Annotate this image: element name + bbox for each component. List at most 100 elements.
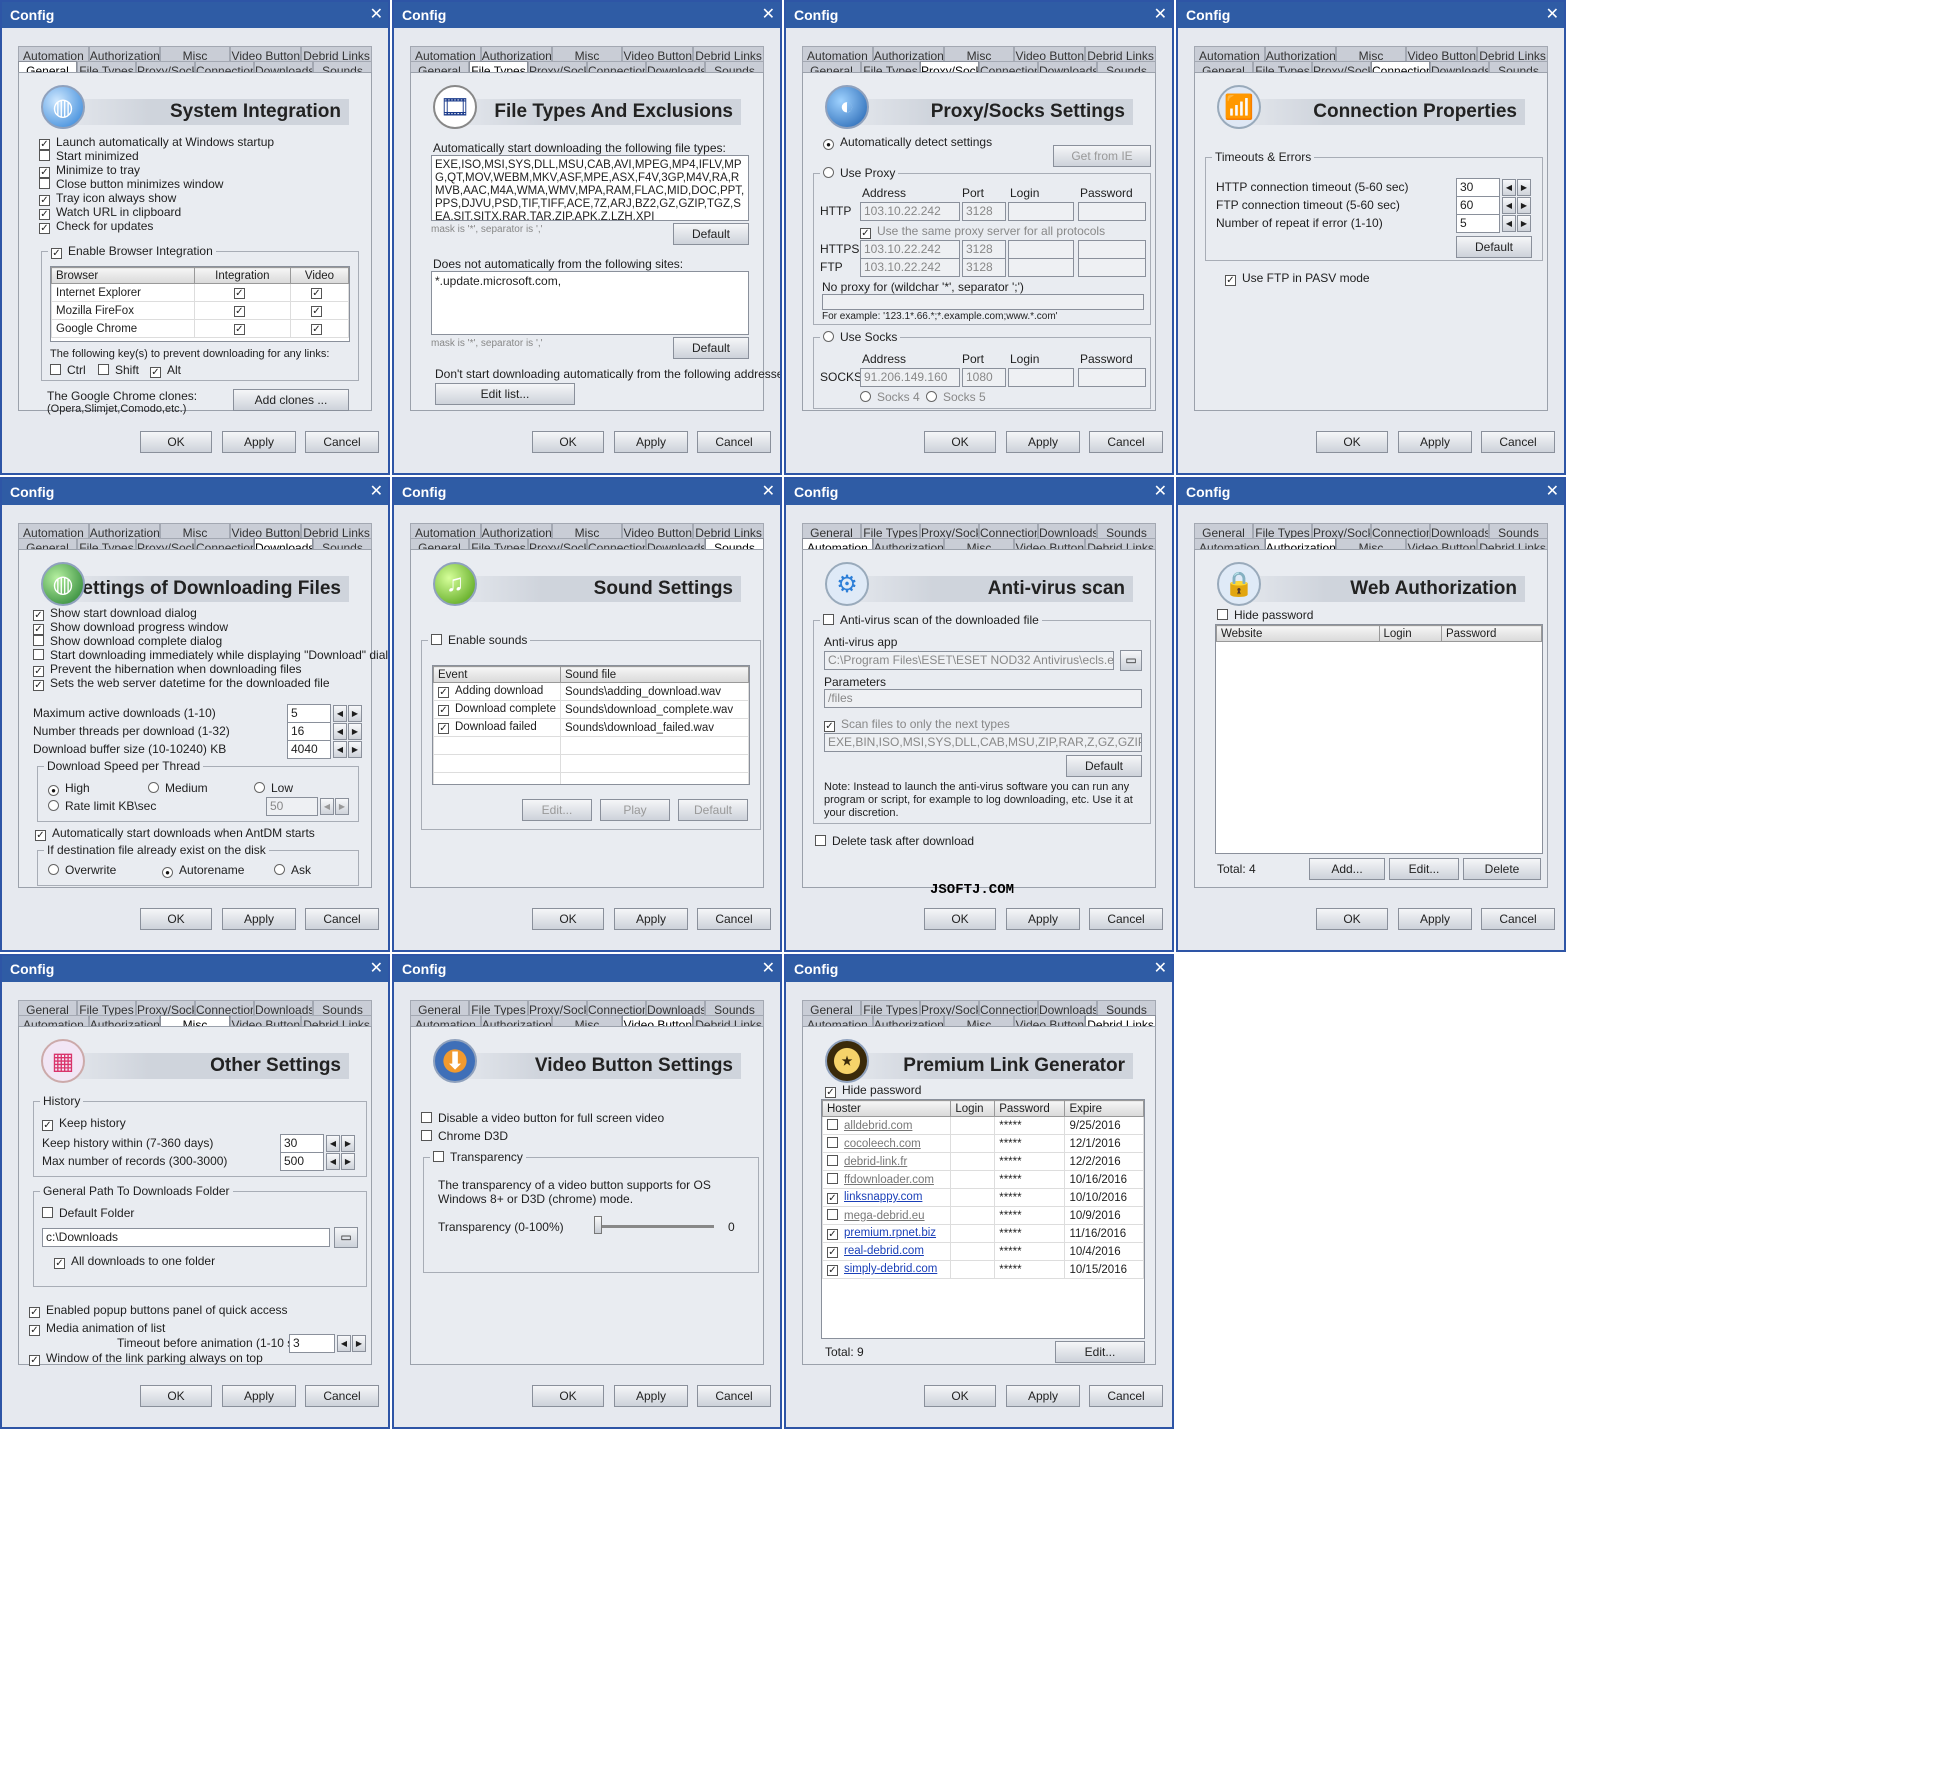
browser-integration-checkbox[interactable]: ✓ Enable Browser Integration	[48, 244, 216, 259]
cancel-button[interactable]: Cancel	[1089, 431, 1163, 453]
spin-down-button[interactable]: ◀	[1502, 215, 1516, 232]
show-start-dialog-checkbox[interactable]: ✓ Show start download dialog	[33, 606, 197, 621]
https-address-input[interactable]: 103.10.22.242	[860, 240, 960, 259]
hoster-checkbox[interactable]: ✓	[827, 1265, 838, 1276]
hoster-checkbox[interactable]	[827, 1155, 838, 1166]
spin-up-button[interactable]: ▶	[335, 798, 349, 815]
alt-checkbox[interactable]: ✓ Alt	[150, 363, 181, 378]
https-port-input[interactable]: 3128	[962, 240, 1006, 259]
apply-button[interactable]: Apply	[614, 431, 688, 453]
apply-button[interactable]: Apply	[222, 431, 296, 453]
medium-radio[interactable]: Medium	[148, 781, 208, 795]
https-password-input[interactable]	[1078, 240, 1146, 259]
table-row[interactable]: ✓ simply-debrid.com ***** 10/15/2016	[822, 1260, 1144, 1279]
hide-password-checkbox[interactable]: Hide password	[1217, 608, 1313, 622]
ftp-timeout-input[interactable]: 60	[1456, 196, 1500, 215]
one-folder-checkbox[interactable]: ✓ All downloads to one folder	[54, 1254, 215, 1269]
use-proxy-radio[interactable]: Use Proxy	[820, 166, 899, 180]
params-input[interactable]: /files	[824, 689, 1142, 708]
table-row[interactable]: ✓ Download failed Sounds\download_failed.w…	[433, 718, 749, 737]
ok-button[interactable]: OK	[532, 1385, 604, 1407]
table-row[interactable]: ✓ real-debrid.com ***** 10/4/2016	[822, 1242, 1144, 1261]
autostart-checkbox[interactable]: ✓ Automatically start downloads when AntD…	[35, 826, 315, 841]
spin-down-button[interactable]: ◀	[333, 741, 347, 758]
file-types-textarea[interactable]: EXE,ISO,MSI,SYS,DLL,MSU,CAB,AVI,MPEG,MP4…	[431, 155, 749, 221]
cancel-button[interactable]: Cancel	[1481, 908, 1555, 930]
use-socks-radio[interactable]: Use Socks	[820, 330, 901, 344]
apply-button[interactable]: Apply	[614, 908, 688, 930]
hoster-link[interactable]: debrid-link.fr	[844, 1156, 907, 1168]
spin-up-button[interactable]: ▶	[1517, 179, 1531, 196]
transparency-checkbox[interactable]: Transparency	[430, 1150, 526, 1164]
close-icon[interactable]: ✕	[1546, 479, 1559, 505]
ftp-password-input[interactable]	[1078, 258, 1146, 277]
hoster-checkbox[interactable]	[827, 1209, 838, 1220]
launch-startup-checkbox[interactable]: ✓ Launch automatically at Windows startup	[39, 135, 274, 150]
hoster-checkbox[interactable]	[827, 1173, 838, 1184]
hoster-checkbox[interactable]	[827, 1119, 838, 1130]
spin-up-button[interactable]: ▶	[1517, 197, 1531, 214]
start-minimized-checkbox[interactable]: Start minimized	[39, 149, 139, 163]
spin-down-button[interactable]: ◀	[1502, 179, 1516, 196]
edit-button[interactable]: Edit...	[522, 799, 592, 821]
spin-down-button[interactable]: ◀	[320, 798, 334, 815]
https-login-input[interactable]	[1008, 240, 1074, 259]
apply-button[interactable]: Apply	[1398, 908, 1472, 930]
edit-button[interactable]: Edit...	[1055, 1341, 1145, 1363]
spin-down-button[interactable]: ◀	[326, 1135, 340, 1152]
cancel-button[interactable]: Cancel	[697, 431, 771, 453]
threads-input[interactable]: 16	[287, 722, 331, 741]
event-checkbox[interactable]: ✓	[438, 705, 449, 716]
add-button[interactable]: Add...	[1309, 858, 1385, 880]
spin-up-button[interactable]: ▶	[348, 741, 362, 758]
play-button[interactable]: Play	[600, 799, 670, 821]
transparency-slider-thumb[interactable]	[594, 1216, 602, 1234]
disable-fullscreen-checkbox[interactable]: Disable a video button for full screen v…	[421, 1111, 664, 1125]
close-icon[interactable]: ✕	[370, 479, 383, 505]
http-password-input[interactable]	[1078, 202, 1146, 221]
hide-password-checkbox[interactable]: ✓ Hide password	[825, 1083, 921, 1098]
default-button[interactable]: Default	[1456, 236, 1532, 258]
low-radio[interactable]: Low	[254, 781, 293, 795]
enable-sounds-checkbox[interactable]: Enable sounds	[428, 633, 531, 647]
app-path-input[interactable]: C:\Program Files\ESET\ESET NOD32 Antivir…	[824, 651, 1114, 670]
ctrl-checkbox[interactable]: Ctrl	[50, 363, 86, 377]
show-complete-checkbox[interactable]: Show download complete dialog	[33, 634, 222, 648]
ok-button[interactable]: OK	[140, 1385, 212, 1407]
hoster-link[interactable]: simply-debrid.com	[844, 1263, 937, 1275]
default-types-button[interactable]: Default	[673, 223, 749, 245]
ok-button[interactable]: OK	[532, 431, 604, 453]
socks-port-input[interactable]: 1080	[962, 368, 1006, 387]
get-from-ie-button[interactable]: Get from IE	[1053, 145, 1151, 167]
http-address-input[interactable]: 103.10.22.242	[860, 202, 960, 221]
default-button[interactable]: Default	[1066, 755, 1142, 777]
spin-up-button[interactable]: ▶	[341, 1153, 355, 1170]
hoster-link[interactable]: mega-debrid.eu	[844, 1210, 925, 1222]
ok-button[interactable]: OK	[924, 1385, 996, 1407]
socks-address-input[interactable]: 91.206.149.160	[860, 368, 960, 387]
table-row[interactable]: mega-debrid.eu ***** 10/9/2016	[822, 1206, 1144, 1225]
spin-down-button[interactable]: ◀	[1502, 197, 1516, 214]
ftp-login-input[interactable]	[1008, 258, 1074, 277]
close-icon[interactable]: ✕	[762, 956, 775, 982]
shift-checkbox[interactable]: Shift	[98, 363, 139, 377]
apply-button[interactable]: Apply	[222, 908, 296, 930]
apply-button[interactable]: Apply	[1398, 431, 1472, 453]
socks-password-input[interactable]	[1078, 368, 1146, 387]
close-icon[interactable]: ✕	[1154, 956, 1167, 982]
folder-path-input[interactable]: c:\Downloads	[42, 1228, 330, 1247]
rate-limit-radio[interactable]: Rate limit KB\sec	[48, 799, 156, 813]
http-timeout-input[interactable]: 30	[1456, 178, 1500, 197]
spin-up-button[interactable]: ▶	[352, 1335, 366, 1352]
ok-button[interactable]: OK	[532, 908, 604, 930]
spin-up-button[interactable]: ▶	[1517, 215, 1531, 232]
socks-login-input[interactable]	[1008, 368, 1074, 387]
hoster-link[interactable]: premium.rpnet.biz	[844, 1227, 936, 1239]
delete-button[interactable]: Delete	[1463, 858, 1541, 880]
ok-button[interactable]: OK	[140, 908, 212, 930]
prevent-hibernation-checkbox[interactable]: ✓ Prevent the hibernation when downloadin…	[33, 662, 302, 677]
close-minimizes-checkbox[interactable]: Close button minimizes window	[39, 177, 223, 191]
close-icon[interactable]: ✕	[762, 2, 775, 28]
table-row[interactable]: ffdownloader.com ***** 10/16/2016	[822, 1170, 1144, 1189]
hoster-checkbox[interactable]	[827, 1137, 838, 1148]
